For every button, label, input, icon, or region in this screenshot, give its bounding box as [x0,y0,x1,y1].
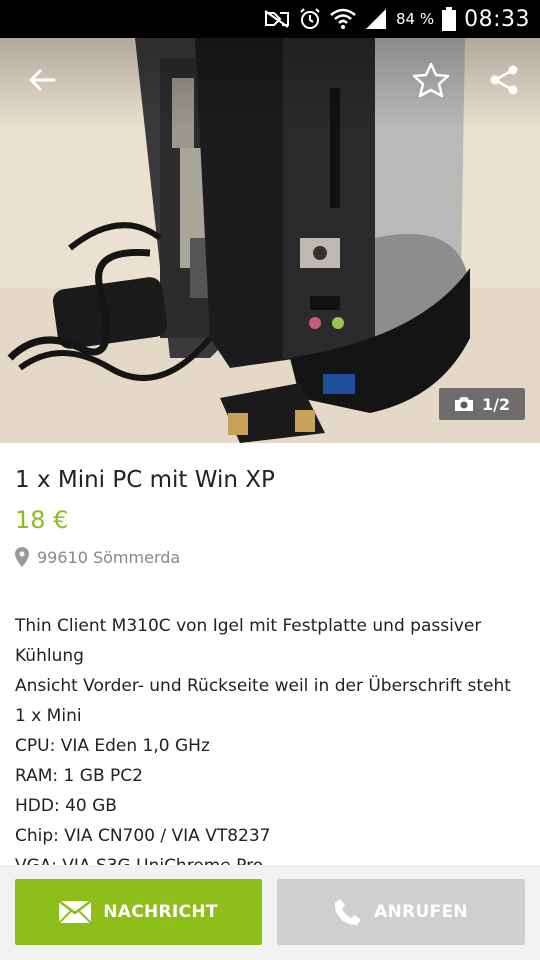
location-pin-icon [15,547,29,567]
alarm-icon [298,7,322,31]
message-button-label: NACHRICHT [103,902,218,922]
phone-icon [334,899,362,925]
battery-percentage: 84 % [395,10,435,28]
description-line: CPU: VIA Eden 1,0 GHz [15,736,210,756]
arrow-left-icon [29,69,56,91]
status-bar: 84 % 08:33 [0,0,540,38]
battery-icon [442,7,457,31]
share-button[interactable] [482,58,526,102]
listing-photo[interactable]: 1/2 [0,38,540,443]
camera-icon [454,397,473,411]
listing-description: Thin Client M310C von Igel mit Festplatt… [15,611,525,865]
description-line: VGA: VIA S3G UniChrome Pro [15,851,525,865]
back-button[interactable] [20,58,64,102]
description-line: HDD: 40 GB [15,796,117,816]
location-text: 99610 Sömmerda [37,547,181,567]
signal-icon [364,8,388,30]
favorite-button[interactable] [409,58,453,102]
share-icon [490,65,518,95]
listing-location[interactable]: 99610 Sömmerda [15,545,525,569]
call-button-label: ANRUFEN [374,902,468,922]
listing-title: 1 x Mini PC mit Win XP [15,467,275,493]
description-line: Chip: VIA CN700 / VIA VT8237 [15,826,271,846]
mute-icon [264,9,290,29]
photo-counter[interactable]: 1/2 [439,388,525,420]
call-button[interactable]: ANRUFEN [277,879,525,945]
message-button[interactable]: NACHRICHT [15,879,262,945]
listing-price: 18 € [15,506,69,534]
clock: 08:33 [464,6,530,32]
description-line: Thin Client M310C von Igel mit Festplatt… [15,616,482,666]
description-line: RAM: 1 GB PC2 [15,766,143,786]
envelope-icon [59,901,92,923]
photo-overlay [0,38,540,128]
wifi-icon [330,8,356,30]
photo-counter-text: 1/2 [481,394,511,414]
star-icon [412,62,450,98]
listing-details: 1 x Mini PC mit Win XP 18 € 99610 Sömmer… [0,443,540,865]
description-line: Ansicht Vorder- und Rückseite weil in de… [15,676,511,726]
action-bar: NACHRICHT ANRUFEN [0,865,540,960]
